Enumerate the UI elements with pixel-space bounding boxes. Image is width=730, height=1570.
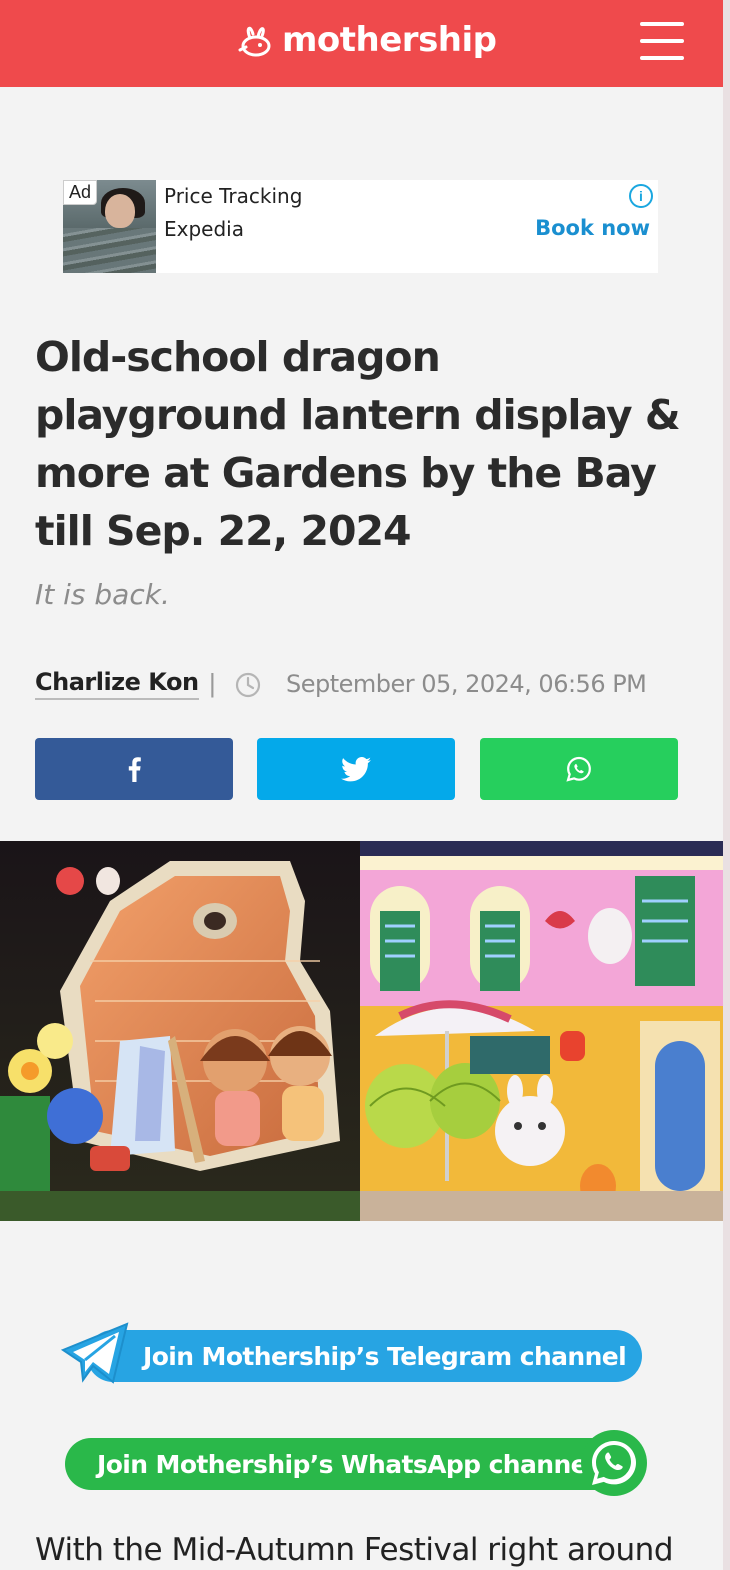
article-subtitle: It is back. (35, 578, 170, 611)
whatsapp-channel-label: Join Mothership’s WhatsApp channel (97, 1450, 596, 1479)
whatsapp-icon (581, 1430, 647, 1496)
facebook-icon (128, 757, 141, 782)
article-title: Old-school dragon playground lantern dis… (35, 333, 681, 555)
logo-text: mothership (282, 20, 497, 60)
menu-button[interactable] (636, 18, 688, 64)
twitter-icon (341, 756, 371, 781)
bunny-mark-icon (238, 26, 271, 57)
share-facebook-button[interactable] (35, 738, 233, 800)
hamburger-menu-icon (640, 22, 684, 26)
share-twitter-button[interactable] (257, 738, 455, 800)
publish-date: September 05, 2024, 06:56 PM (286, 670, 647, 698)
ad-banner[interactable]: Ad Price Tracking Expedia i Book now (63, 180, 658, 273)
telegram-channel-label: Join Mothership’s Telegram channel (143, 1342, 627, 1371)
meta-separator: | (209, 668, 216, 698)
hero-image (0, 841, 723, 1221)
clock-icon (235, 672, 261, 698)
telegram-channel-banner[interactable]: Join Mothership’s Telegram channel (57, 1320, 647, 1388)
telegram-icon (60, 1322, 129, 1384)
article-body-text: With the Mid-Autumn Festival right aroun… (35, 1532, 674, 1568)
whatsapp-channel-banner[interactable]: Join Mothership’s WhatsApp channel (65, 1428, 650, 1500)
info-icon[interactable]: i (629, 184, 653, 208)
ad-badge: Ad (63, 180, 98, 205)
site-header: mothership (0, 0, 723, 87)
scrollbar-track[interactable] (723, 0, 730, 1570)
ad-sponsor: Expedia (164, 217, 244, 241)
page: mothership Ad Price Tracking Expedia i B… (0, 0, 723, 1570)
share-whatsapp-button[interactable] (480, 738, 678, 800)
site-logo[interactable]: mothership (236, 16, 497, 64)
whatsapp-icon (566, 756, 591, 782)
author-link[interactable]: Charlize Kon (35, 668, 199, 700)
ad-title: Price Tracking (164, 184, 303, 208)
book-now-link[interactable]: Book now (535, 216, 650, 240)
